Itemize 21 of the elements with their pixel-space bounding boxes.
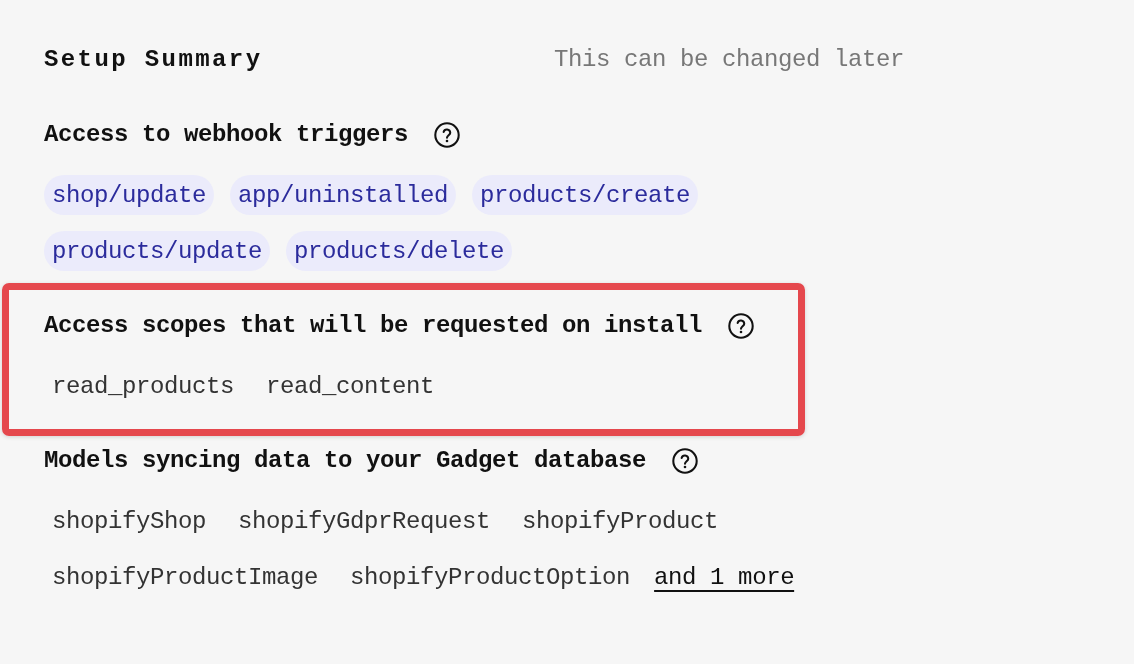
item-label: shopifyGdprRequest	[237, 506, 492, 537]
webhook-tag: shop/update	[44, 175, 215, 215]
webhook-tag: products/delete	[286, 231, 513, 271]
help-icon[interactable]	[434, 122, 461, 148]
section-heading: Access to webhook triggers	[44, 121, 409, 149]
help-icon[interactable]	[728, 313, 755, 339]
item-label: read_products	[51, 371, 236, 402]
change-note: This can be changed later	[554, 46, 905, 74]
webhook-tag: app/uninstalled	[230, 175, 457, 215]
more-link[interactable]: and 1 more	[654, 557, 795, 597]
webhook-tag: products/create	[472, 175, 699, 215]
section-heading: Access scopes that will be requested on install	[44, 312, 703, 340]
item-label: read_content	[265, 371, 436, 402]
section-heading: Models syncing data to your Gadget database	[44, 447, 647, 475]
help-icon[interactable]	[672, 448, 699, 474]
item-label: shopifyProductOption	[349, 562, 632, 593]
item-label: shopifyProduct	[521, 506, 720, 537]
item-label: shopifyProductImage	[51, 562, 320, 593]
webhook-tag: products/update	[44, 231, 271, 271]
item-label: shopifyShop	[51, 506, 208, 537]
page-title: Setup Summary	[44, 46, 264, 74]
